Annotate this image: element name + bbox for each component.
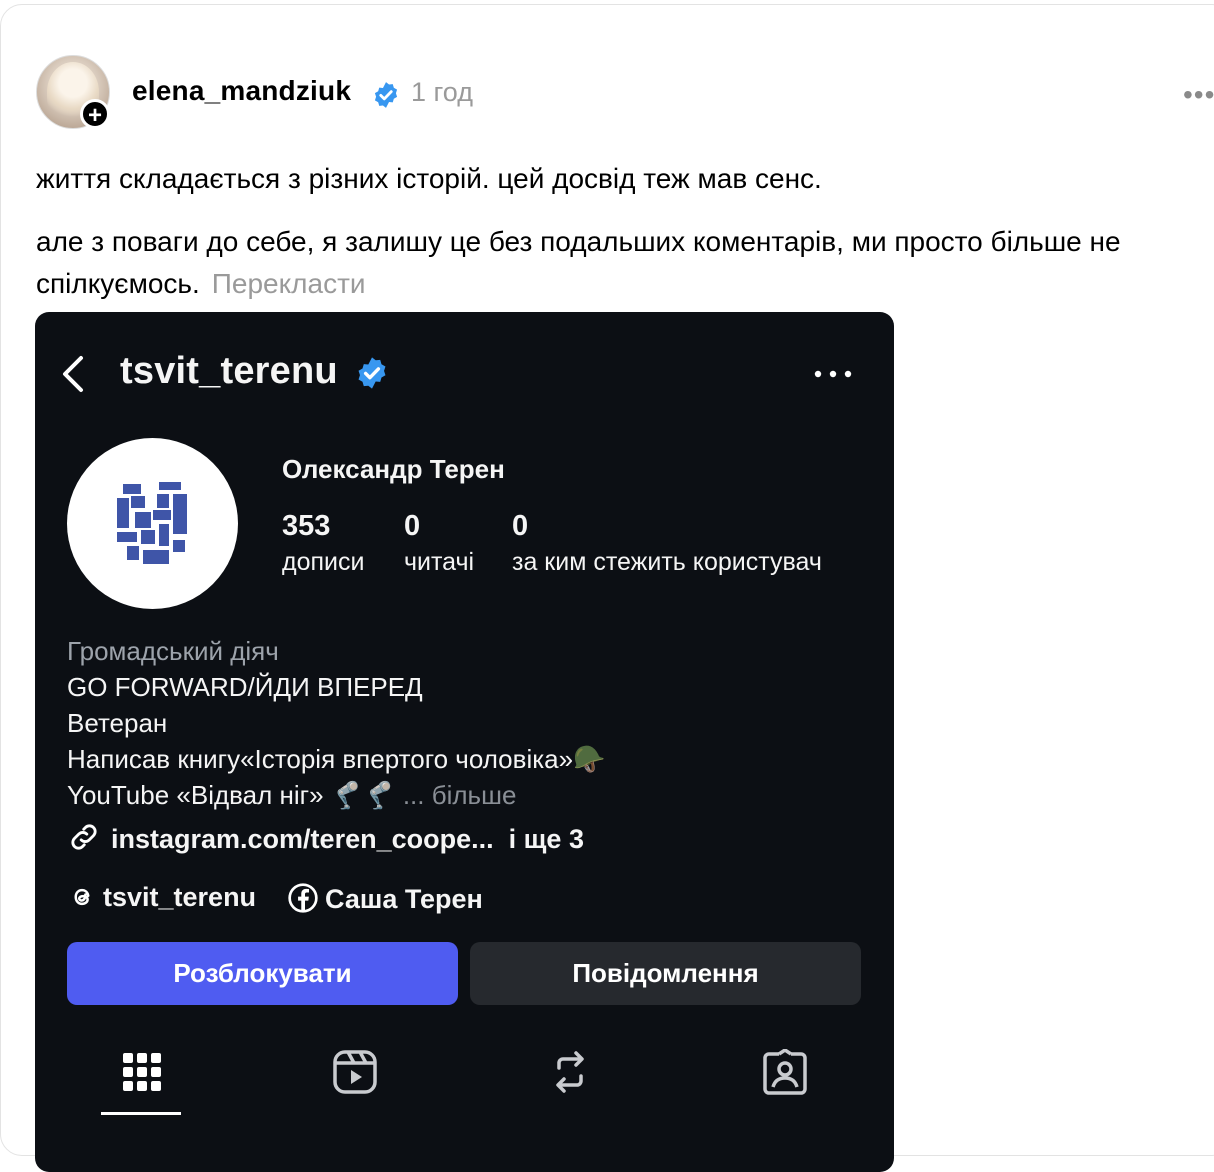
tagged-icon xyxy=(763,1049,807,1095)
facebook-link: Саша Терен xyxy=(287,882,483,915)
post-time: 1 год xyxy=(411,77,473,107)
bio-category: Громадський діяч xyxy=(67,636,279,666)
profile-full-name: Олександр Терен xyxy=(282,454,505,484)
reels-icon xyxy=(333,1050,377,1094)
reposts-icon xyxy=(556,1051,584,1093)
translate-link[interactable]: Перекласти xyxy=(212,268,366,299)
profile-bio: Громадський діяч GO FORWARD/ЙДИ ВПЕРЕД В… xyxy=(67,633,605,813)
followers-count: 0 xyxy=(404,510,421,542)
more-links: і ще 3 xyxy=(508,824,584,854)
bio-line: YouTube «Відвал ніг» 🦿🦿 ... більше xyxy=(67,780,517,810)
unblock-button: Розблокувати xyxy=(67,942,458,1005)
profile-picture xyxy=(67,438,238,609)
posts-label: дописи xyxy=(282,548,365,576)
post-text-paragraph-1: життя складається з різних історій. цей … xyxy=(36,163,822,194)
followers-label: читачі xyxy=(404,548,475,576)
profile-handle: tsvit_terenu xyxy=(120,350,338,392)
following-label: за ким стежить користувач xyxy=(512,548,822,576)
more-options-icon xyxy=(814,370,852,378)
grid-icon xyxy=(123,1053,161,1091)
author-username[interactable]: elena_mandziuk xyxy=(132,75,351,107)
bio-line: Ветеран xyxy=(67,708,168,738)
bio-line: GO FORWARD/ЙДИ ВПЕРЕД xyxy=(67,672,423,702)
profile-link: instagram.com/teren_coope... і ще 3 xyxy=(67,820,584,855)
verified-badge-icon xyxy=(374,82,398,108)
facebook-icon xyxy=(288,883,318,913)
author-avatar[interactable]: + xyxy=(36,55,110,129)
threads-link: tsvit_terenu xyxy=(67,882,256,913)
bio-line: Написав книгу«Історія впертого чоловіка»… xyxy=(67,744,606,774)
back-arrow-icon xyxy=(63,356,83,392)
posts-count: 353 xyxy=(282,510,331,542)
following-count: 0 xyxy=(512,510,529,542)
message-button: Повідомлення xyxy=(470,942,861,1005)
bio-more-link: ... більше xyxy=(402,780,517,810)
attached-screenshot[interactable]: tsvit_terenu Олександр Терен 353 дописи … xyxy=(35,312,894,1172)
follow-plus-icon[interactable]: + xyxy=(80,99,110,129)
verified-badge-icon xyxy=(358,357,386,389)
more-options-icon[interactable]: ••• xyxy=(1183,81,1214,109)
active-tab-indicator xyxy=(101,1112,181,1115)
threads-icon xyxy=(74,888,90,906)
post-text-paragraph-2: але з поваги до себе, я залишу це без по… xyxy=(36,226,1121,299)
link-icon xyxy=(71,824,97,850)
profile-logo-icon xyxy=(117,482,187,564)
